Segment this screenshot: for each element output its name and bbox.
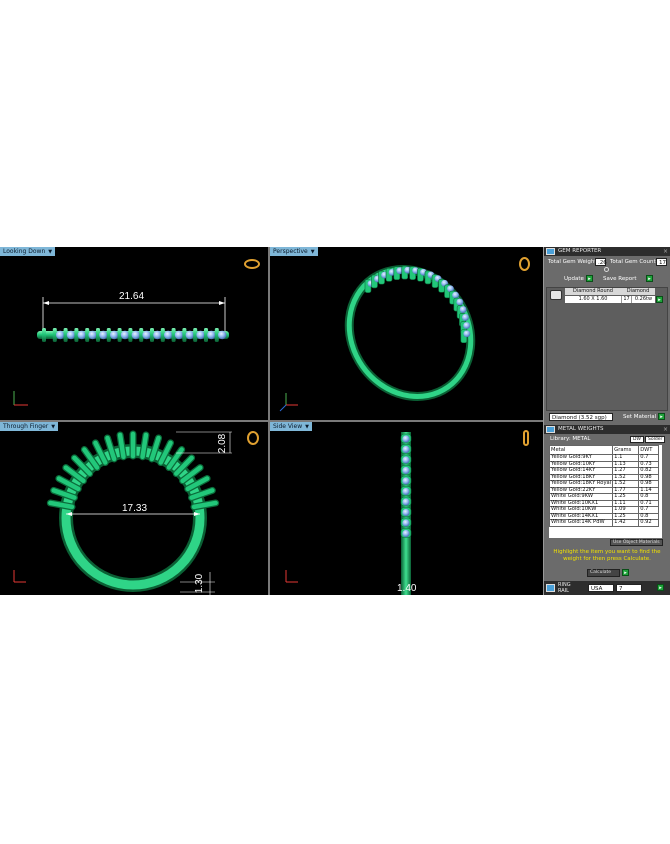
gem <box>164 330 173 340</box>
gem <box>402 508 410 517</box>
total-gem-count-value: 17 <box>656 258 667 266</box>
library-row: Library: METAL DW Solder <box>544 434 670 445</box>
save-report-button[interactable]: ▸ <box>646 275 653 282</box>
metal-table: Metal Grams DWT Yellow Gold:9KY 1.1 0.7 Yel… <box>549 445 659 527</box>
gem <box>459 306 467 313</box>
gem <box>88 330 97 340</box>
right-panel: GEM REPORTER × Total Gem Weight .26 Tota… <box>543 247 670 595</box>
cad-application: 21.64 Looking Down ▼ Perspective ▼ 17.33… <box>0 247 670 595</box>
gem <box>153 330 162 340</box>
ring-front-icon[interactable] <box>247 431 259 445</box>
viewport-looking-down[interactable]: 21.64 Looking Down ▼ <box>0 247 268 420</box>
side-view-canvas[interactable] <box>270 422 543 595</box>
viewport-label-through-finger[interactable]: Through Finger ▼ <box>0 422 59 431</box>
dimension-label-main: 17.33 <box>122 503 148 514</box>
gem-reporter-logo-icon <box>546 248 555 255</box>
ring-side-icon[interactable] <box>523 430 529 446</box>
calculate-button[interactable]: ▸ <box>622 569 629 576</box>
gem <box>463 330 471 338</box>
use-object-materials-toggle[interactable]: Use Object Materials <box>610 539 663 546</box>
dwt-cell: 0.92 <box>638 519 659 527</box>
ring-view-icon[interactable] <box>244 259 260 269</box>
unit-solder-toggle[interactable]: Solder <box>645 436 666 443</box>
gem <box>402 498 410 506</box>
ring-rail-header: RING RAIL USA 7 ▸ <box>544 581 670 595</box>
viewport-through-finger[interactable]: 17.33 2.08 1.30 Through Finger ▼ <box>0 422 268 595</box>
perspective-canvas[interactable] <box>270 247 543 420</box>
ring-perspective-icon[interactable] <box>519 257 530 271</box>
gem <box>402 466 410 475</box>
gem <box>185 330 194 340</box>
dimension-label-bottom: 1.30 <box>194 573 206 594</box>
metal-weights-header: METAL WEIGHTS × <box>544 425 670 434</box>
looking-down-canvas[interactable] <box>0 247 268 420</box>
metal-name-cell: White Gold:14K PdW <box>549 519 614 527</box>
gem <box>56 330 65 340</box>
material-row: Diamond (3.52 sgp) Set Material ▸ <box>544 411 670 423</box>
calculate-hint: Highlight the item you want to find the … <box>553 549 661 562</box>
gem <box>402 519 410 527</box>
metal-table-wrap: Metal Grams DWT Yellow Gold:9KY 1.1 0.7 Yel… <box>549 445 662 538</box>
gem <box>174 330 184 340</box>
gem-list: Diamond Round Diamond 1.60 X 1.60 17 0.2… <box>546 287 668 411</box>
gem-list-header: Diamond Round Diamond <box>565 288 655 295</box>
gem <box>456 298 464 306</box>
gem <box>402 477 410 485</box>
use-object-materials-row: Use Object Materials <box>544 538 670 548</box>
gem <box>120 330 130 340</box>
calculate-select[interactable]: Calculate <box>587 569 620 577</box>
gem <box>131 330 140 340</box>
gem <box>110 330 119 340</box>
gem <box>207 330 216 340</box>
prong <box>42 328 46 342</box>
grams-cell: 1.42 <box>612 519 640 527</box>
dimension-label: 21.64 <box>119 291 145 302</box>
country-select[interactable]: USA <box>588 584 614 592</box>
metal-weights-logo-icon <box>546 426 555 433</box>
gem <box>462 314 469 321</box>
set-material-button[interactable]: ▸ <box>658 413 665 420</box>
gem <box>196 330 205 340</box>
gem <box>142 330 151 340</box>
ring-size-select[interactable]: 7 <box>616 584 642 592</box>
unit-dw-toggle[interactable]: DW <box>630 436 644 443</box>
viewport-label-looking-down[interactable]: Looking Down ▼ <box>0 247 56 256</box>
viewport-label-side-view[interactable]: Side View ▼ <box>270 422 312 431</box>
gem-totals-row: Total Gem Weight .26 Total Gem Count 17 <box>548 258 667 266</box>
gem-actions-row: Update ▸ Save Report ▸ <box>544 274 670 285</box>
gem-reporter-header: GEM REPORTER × <box>544 247 670 256</box>
gem-row[interactable]: 1.60 X 1.60 17 0.26tw <box>565 296 655 303</box>
viewport-label-perspective[interactable]: Perspective ▼ <box>270 247 318 256</box>
gem <box>463 322 471 329</box>
viewport-side-view[interactable]: 1.40 Side View ▼ <box>270 422 543 595</box>
metal-table-row[interactable]: White Gold:14K PdW 1.42 0.92 <box>549 519 659 527</box>
gem <box>218 330 227 340</box>
gem <box>99 330 108 340</box>
ring-rail-button[interactable]: ▸ <box>657 584 664 591</box>
spinner-icon <box>544 267 670 274</box>
close-icon[interactable]: × <box>663 425 668 434</box>
material-select[interactable]: Diamond (3.52 sgp) <box>549 413 613 421</box>
gem <box>402 487 410 496</box>
close-icon[interactable]: × <box>663 247 668 256</box>
gem <box>402 529 410 538</box>
diamond-round-icon <box>550 290 562 300</box>
update-button[interactable]: ▸ <box>586 275 593 282</box>
gem <box>452 291 459 299</box>
gem <box>66 330 76 340</box>
dimension-label-side-view: 1.40 <box>397 583 417 594</box>
gem <box>402 445 410 454</box>
dimension-label-side: 2.08 <box>217 433 229 454</box>
total-gem-weight-value: .26 <box>595 258 607 266</box>
gem <box>77 330 87 340</box>
gem <box>402 456 410 464</box>
gem <box>402 435 410 443</box>
gem-row-button[interactable]: ▸ <box>656 296 663 303</box>
ring-rail-logo-icon <box>546 584 555 592</box>
viewport-perspective[interactable]: Perspective ▼ <box>270 247 543 420</box>
